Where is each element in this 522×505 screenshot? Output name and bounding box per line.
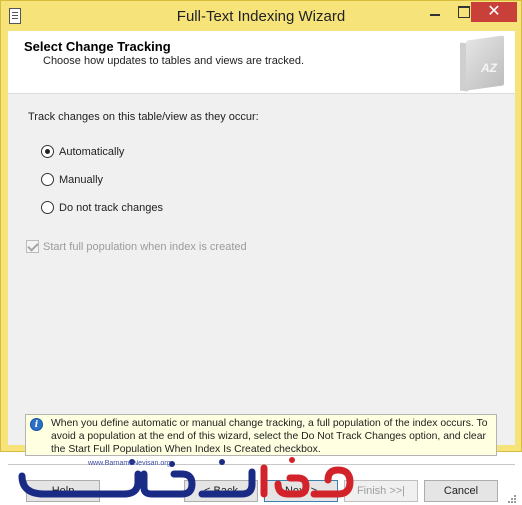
radio-button-do-not-track[interactable] xyxy=(41,201,54,215)
tracking-prompt-label: Track changes on this table/view as they… xyxy=(28,111,259,123)
start-full-population-checkbox: Start full population when index is crea… xyxy=(26,239,247,254)
checkbox-label: Start full population when index is crea… xyxy=(43,240,247,253)
radio-button-automatically[interactable] xyxy=(41,145,54,159)
title-bar[interactable]: Full-Text Indexing Wizard ✕ xyxy=(1,1,521,31)
page-subtitle: Choose how updates to tables and views a… xyxy=(43,55,305,67)
info-panel: i When you define automatic or manual ch… xyxy=(25,414,497,456)
watermark-url: www.BarnameNevisan.org xyxy=(88,460,171,467)
wizard-client-area: Select Change Tracking Choose how update… xyxy=(8,31,516,503)
site-watermark: www.BarnameNevisan.org xyxy=(12,454,362,504)
az-book-icon: AZ xyxy=(460,34,510,92)
radio-button-manually[interactable] xyxy=(41,173,54,187)
resize-grip-icon[interactable] xyxy=(508,495,517,504)
radio-label-manually: Manually xyxy=(59,173,104,186)
cancel-button[interactable]: Cancel xyxy=(424,480,498,502)
radio-do-not-track[interactable]: Do not track changes xyxy=(41,200,163,216)
info-icon: i xyxy=(30,418,43,431)
watermark-logo xyxy=(18,457,354,498)
page-title: Select Change Tracking xyxy=(24,39,171,54)
wizard-window: Full-Text Indexing Wizard ✕ Select Chang… xyxy=(0,0,522,503)
radio-automatically[interactable]: Automatically xyxy=(41,144,124,160)
checkbox-checkmark-icon xyxy=(26,240,39,254)
radio-label-automatically: Automatically xyxy=(59,145,125,158)
info-text: When you define automatic or manual chan… xyxy=(51,418,488,455)
minimize-button[interactable] xyxy=(422,2,448,22)
wizard-header: Select Change Tracking Choose how update… xyxy=(8,31,515,94)
close-button[interactable]: ✕ xyxy=(471,2,517,22)
az-book-label: AZ xyxy=(481,61,497,75)
close-icon: ✕ xyxy=(487,3,501,20)
radio-label-do-not-track: Do not track changes xyxy=(59,201,163,214)
radio-manually[interactable]: Manually xyxy=(41,172,103,188)
